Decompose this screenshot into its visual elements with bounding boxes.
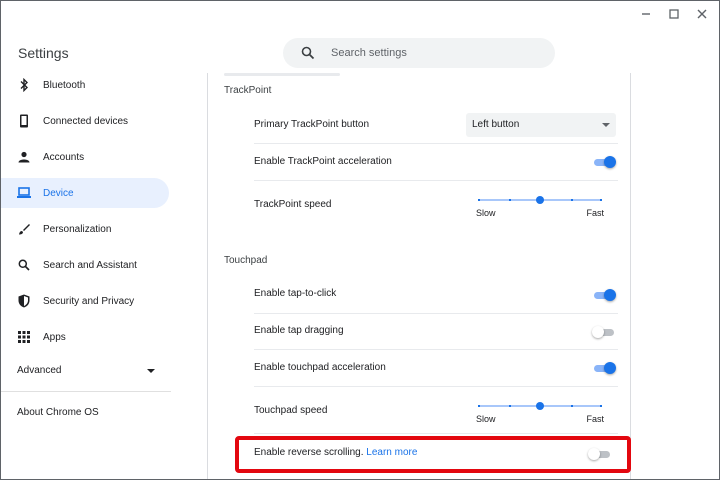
trackpoint-speed-slider[interactable]: Slow Fast [476,194,604,224]
minimize-icon[interactable] [639,7,653,21]
toggle-knob [604,362,616,374]
close-icon[interactable] [695,7,709,21]
chevron-down-icon [147,369,155,373]
reverse-scrolling-toggle[interactable] [588,447,612,461]
slider-thumb[interactable] [536,196,544,204]
search-icon [17,258,31,272]
app-title: Settings [18,45,69,61]
learn-more-link[interactable]: Learn more [366,447,417,458]
settings-card: TrackPoint Primary TrackPoint button Lef… [207,73,631,479]
sidebar: Bluetooth Connected devices Accounts Dev… [1,70,207,479]
tap-dragging-row: Enable tap dragging [254,325,344,336]
slider-tick [600,199,602,201]
trackpoint-acceleration-toggle[interactable] [592,155,616,169]
row-divider [254,433,618,434]
sidebar-item-bluetooth[interactable]: Bluetooth [1,70,169,100]
trackpoint-section-title: TrackPoint [224,85,272,96]
slider-tick [509,199,511,201]
grid-icon [17,330,31,344]
shield-icon [17,294,31,308]
touchpad-section-title: Touchpad [224,255,268,266]
person-icon [17,150,31,164]
sidebar-divider [1,391,171,392]
sidebar-item-personalization[interactable]: Personalization [1,214,169,244]
toggle-knob [592,326,604,338]
slider-tick [478,199,480,201]
scrolled-section-remnant [224,73,340,76]
dropdown-arrow-icon [602,123,610,127]
row-divider [254,386,618,387]
app-header: Settings [1,31,719,73]
trackpoint-acceleration-row: Enable TrackPoint acceleration [254,156,392,167]
window-controls [639,7,709,21]
sidebar-item-accounts[interactable]: Accounts [1,142,169,172]
reverse-scrolling-row: Enable reverse scrolling. Learn more [254,435,618,471]
sidebar-item-connected-devices[interactable]: Connected devices [1,106,169,136]
sidebar-item-device[interactable]: Device [1,178,169,208]
tap-to-click-toggle[interactable] [592,288,616,302]
phone-icon [17,114,31,128]
slider-tick [571,199,573,201]
toggle-knob [604,289,616,301]
touchpad-acceleration-row: Enable touchpad acceleration [254,362,386,373]
reverse-scrolling-label: Enable reverse scrolling. [254,447,364,458]
toggle-knob [588,448,600,460]
sidebar-item-apps[interactable]: Apps [1,322,169,352]
maximize-icon[interactable] [667,7,681,21]
search-box[interactable] [283,38,555,68]
sidebar-advanced[interactable]: Advanced [1,356,169,386]
touchpad-speed-slider[interactable]: Slow Fast [476,400,604,430]
slider-tick [600,405,602,407]
row-divider [254,180,618,181]
laptop-icon [17,186,31,200]
slider-thumb[interactable] [536,402,544,410]
settings-window: Settings Bluetooth Connected devices A [0,0,720,480]
bluetooth-icon [17,78,31,92]
tap-to-click-row: Enable tap-to-click [254,288,337,299]
sidebar-item-about[interactable]: About Chrome OS [17,407,99,418]
sidebar-item-search-and-assistant[interactable]: Search and Assistant [1,250,169,280]
slider-tick [509,405,511,407]
search-input[interactable] [331,43,541,63]
slider-tick [478,405,480,407]
search-icon [301,46,315,60]
tap-dragging-toggle[interactable] [592,325,616,339]
sidebar-item-security-and-privacy[interactable]: Security and Privacy [1,286,169,316]
trackpoint-primary-button-select[interactable]: Left button [466,113,616,137]
slider-tick [571,405,573,407]
brush-icon [17,222,31,236]
toggle-knob [604,156,616,168]
touchpad-acceleration-toggle[interactable] [592,361,616,375]
